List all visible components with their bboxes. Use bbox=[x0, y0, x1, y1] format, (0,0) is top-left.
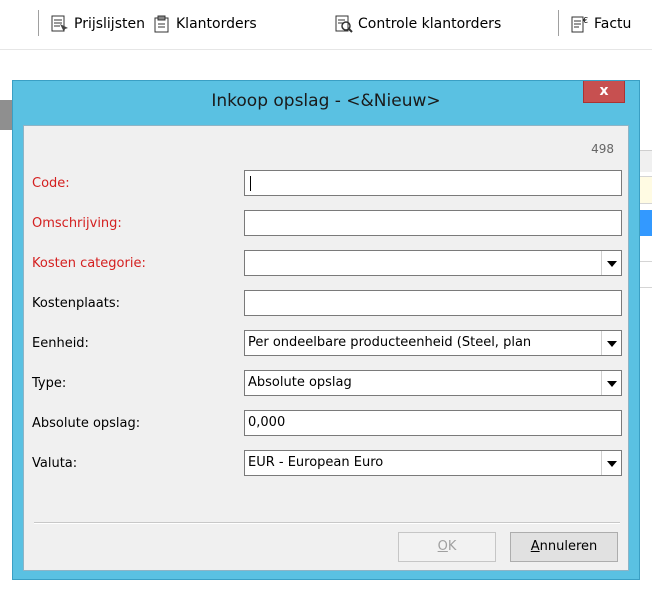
background-grid-row bbox=[640, 176, 652, 204]
ok-mnemonic: O bbox=[437, 539, 448, 554]
type-value: Absolute opslag bbox=[248, 375, 352, 390]
eenheid-select[interactable]: Per ondeelbare producteenheid (Steel, pl… bbox=[244, 330, 622, 356]
toolbar-klantorders-label: Klantorders bbox=[176, 16, 257, 32]
toolbar-facturen-label: Factu bbox=[594, 16, 632, 32]
toolbar-klantorders-button[interactable]: Klantorders bbox=[152, 12, 257, 36]
eenheid-label: Eenheid: bbox=[32, 336, 89, 351]
toolbar-prijslijsten-label: Prijslijsten bbox=[74, 16, 145, 32]
chevron-down-icon[interactable] bbox=[601, 371, 621, 395]
background-grid-row bbox=[640, 238, 652, 262]
kostenplaats-label: Kostenplaats: bbox=[32, 296, 120, 311]
toolbar-separator bbox=[38, 10, 39, 36]
toolbar-facturen-button[interactable]: € Factu bbox=[570, 12, 631, 36]
main-toolbar: Prijslijsten Klantorders Controle klanto… bbox=[0, 0, 652, 50]
cancel-button[interactable]: Annuleren bbox=[510, 532, 618, 562]
kostenplaats-input[interactable] bbox=[244, 290, 622, 316]
eenheid-value: Per ondeelbare producteenheid (Steel, pl… bbox=[248, 335, 532, 350]
code-input[interactable] bbox=[244, 170, 622, 196]
price-list-icon bbox=[51, 15, 68, 32]
invoice-icon: € bbox=[571, 16, 588, 33]
background-grid-row bbox=[640, 264, 652, 288]
absolute-opslag-label: Absolute opslag: bbox=[32, 416, 141, 431]
kosten-categorie-label: Kosten categorie: bbox=[32, 256, 146, 271]
background-panel bbox=[0, 100, 12, 130]
valuta-label: Valuta: bbox=[32, 456, 78, 471]
check-orders-icon bbox=[335, 15, 353, 33]
type-label: Type: bbox=[32, 376, 67, 391]
code-label: Code: bbox=[32, 176, 70, 191]
inkoop-opslag-dialog: Inkoop opslag - <&Nieuw> x 498 Code: Oms… bbox=[12, 80, 640, 580]
chevron-down-icon[interactable] bbox=[601, 451, 621, 475]
toolbar-controle-klantorders-label: Controle klantorders bbox=[358, 16, 502, 32]
absolute-opslag-input[interactable]: 0,000 bbox=[244, 410, 622, 436]
close-icon: x bbox=[599, 83, 609, 99]
customer-orders-icon bbox=[154, 15, 169, 33]
background-grid-row-selected bbox=[640, 210, 652, 236]
omschrijving-label: Omschrijving: bbox=[32, 216, 122, 231]
toolbar-prijslijsten-button[interactable]: Prijslijsten bbox=[50, 12, 145, 36]
screen: Prijslijsten Klantorders Controle klanto… bbox=[0, 0, 652, 592]
ok-label-rest: K bbox=[447, 539, 457, 554]
close-button[interactable]: x bbox=[583, 81, 625, 103]
toolbar-controle-klantorders-button[interactable]: Controle klantorders bbox=[334, 12, 501, 36]
svg-text:€: € bbox=[583, 16, 588, 25]
ok-button[interactable]: OK bbox=[398, 532, 496, 562]
button-divider bbox=[34, 522, 620, 524]
background-grid-header bbox=[640, 150, 652, 172]
dialog-body: 498 Code: Omschrijving: Kosten categorie… bbox=[23, 125, 629, 571]
type-select[interactable]: Absolute opslag bbox=[244, 370, 622, 396]
cancel-label-rest: nnuleren bbox=[539, 539, 598, 554]
record-counter: 498 bbox=[591, 142, 614, 156]
omschrijving-input[interactable] bbox=[244, 210, 622, 236]
chevron-down-icon[interactable] bbox=[601, 331, 621, 355]
toolbar-separator bbox=[558, 10, 559, 36]
cancel-mnemonic: A bbox=[530, 539, 540, 554]
kosten-categorie-select[interactable] bbox=[244, 250, 622, 276]
valuta-select[interactable]: EUR - European Euro bbox=[244, 450, 622, 476]
valuta-value: EUR - European Euro bbox=[248, 455, 384, 470]
chevron-down-icon[interactable] bbox=[601, 251, 621, 275]
dialog-title: Inkoop opslag - <&Nieuw> bbox=[211, 91, 441, 111]
